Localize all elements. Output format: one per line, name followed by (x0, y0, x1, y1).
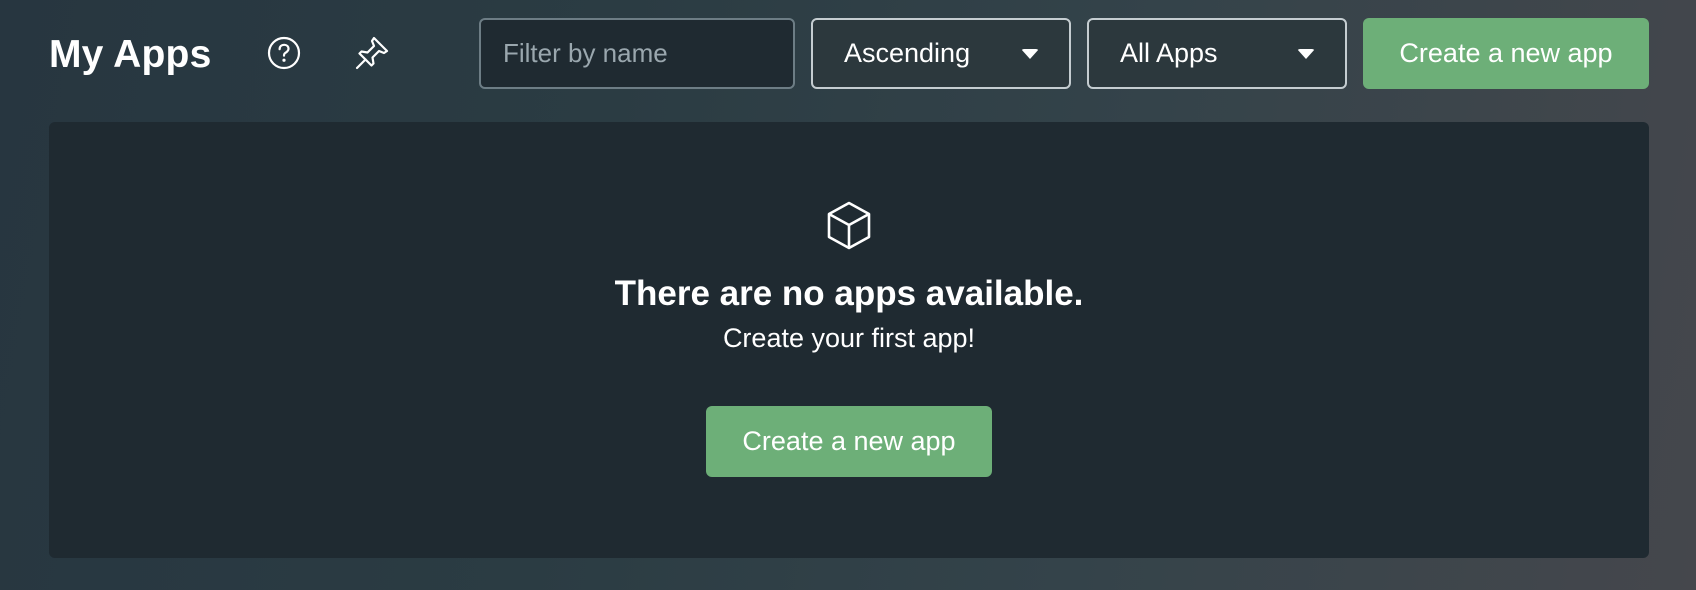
create-new-app-button[interactable]: Create a new app (1363, 18, 1649, 89)
help-circle-icon (267, 36, 301, 70)
page-header: My Apps Ascending All Apps Create a new … (0, 0, 1696, 110)
chevron-down-icon (1297, 48, 1315, 59)
chevron-down-icon (1021, 48, 1039, 59)
apps-panel: There are no apps available. Create your… (49, 122, 1649, 558)
cube-icon (827, 201, 871, 250)
filter-by-name-input[interactable] (479, 18, 795, 89)
pin-icon (355, 36, 389, 70)
help-button[interactable] (264, 33, 304, 73)
page-title: My Apps (49, 33, 212, 76)
pin-button[interactable] (352, 33, 392, 73)
sort-order-select[interactable]: Ascending (811, 18, 1071, 89)
app-scope-value: All Apps (1120, 38, 1218, 68)
app-scope-select[interactable]: All Apps (1087, 18, 1347, 89)
empty-state-subtitle: Create your first app! (722, 323, 976, 353)
sort-order-value: Ascending (844, 38, 971, 68)
empty-state-title: There are no apps available. (614, 274, 1084, 313)
create-first-app-button[interactable]: Create a new app (706, 406, 992, 477)
